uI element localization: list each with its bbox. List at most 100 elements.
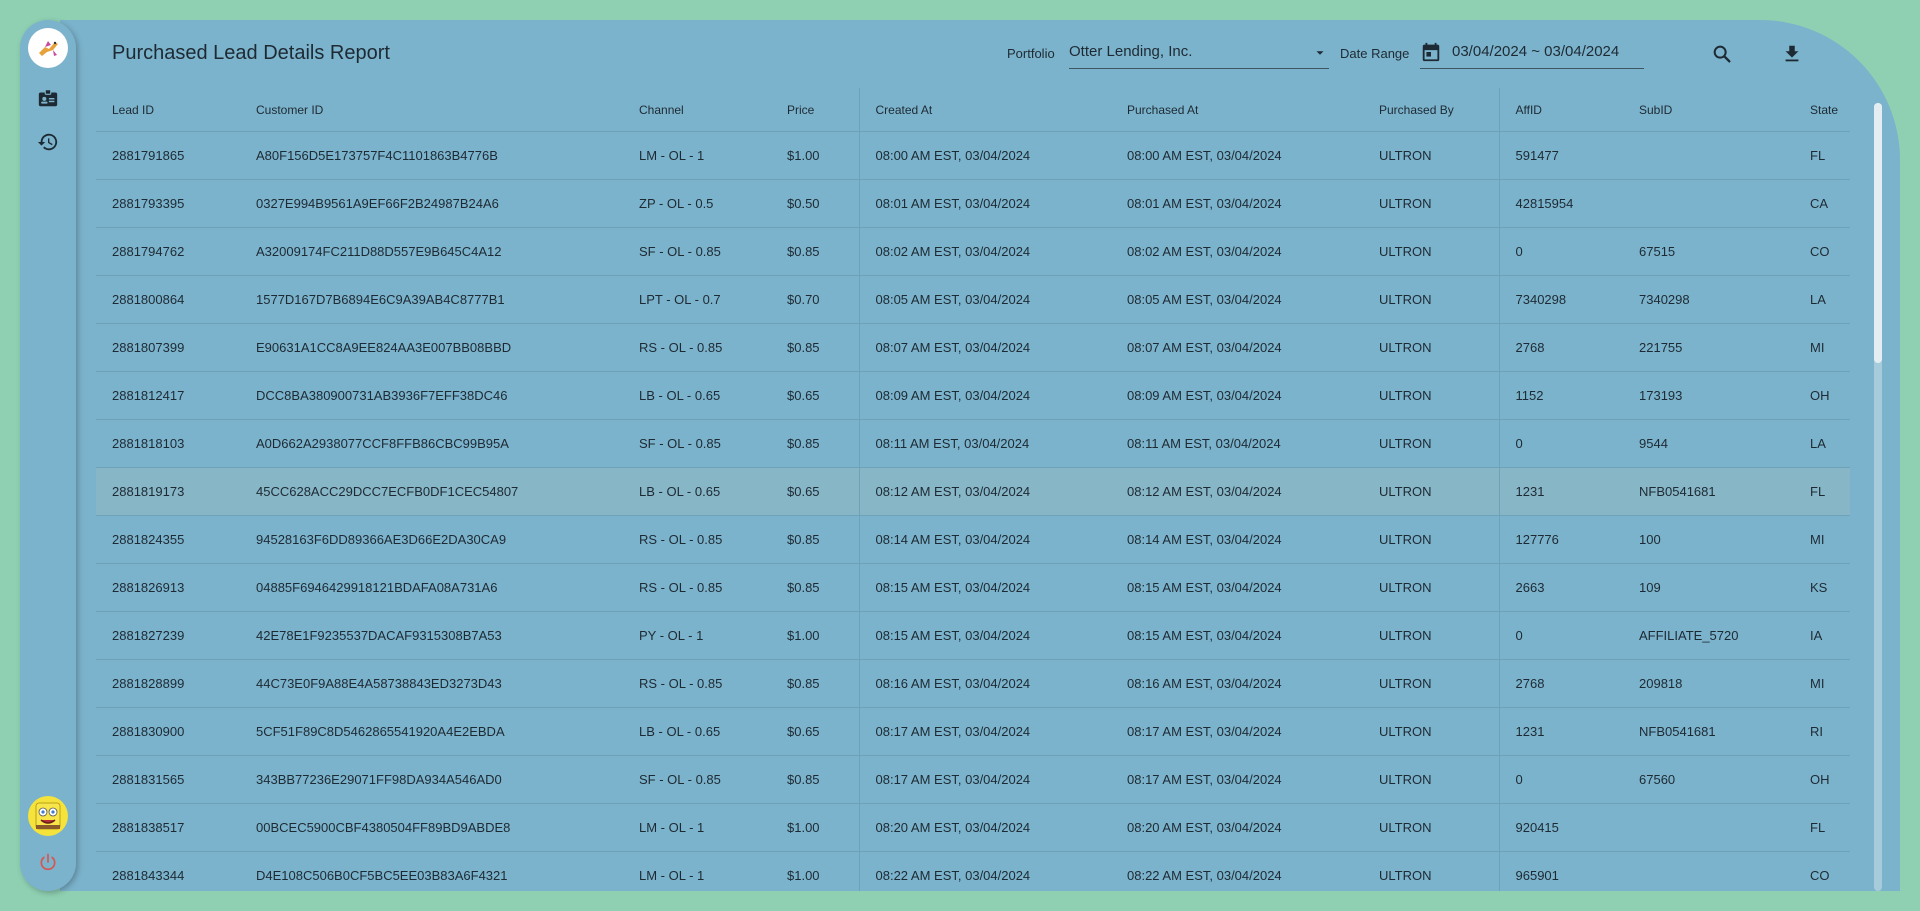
cell-created-at: 08:22 AM EST, 03/04/2024 (858, 851, 1111, 891)
search-button[interactable] (1706, 38, 1738, 70)
column-header-affid[interactable]: AffID (1498, 88, 1623, 132)
sidebar-item-history[interactable] (34, 128, 62, 156)
cell-subid (1623, 131, 1794, 180)
sidebar-item-leads[interactable] (34, 84, 62, 112)
table-row[interactable]: 2881824355 94528163F6DD89366AE3D66E2DA30C… (96, 515, 1850, 564)
calendar-icon (1420, 41, 1442, 67)
cell-subid: 173193 (1623, 371, 1794, 420)
cell-state: CO (1794, 227, 1850, 276)
column-header-price[interactable]: Price (771, 88, 859, 132)
table-row[interactable]: 2881791865 A80F156D5E173757F4C1101863B477… (96, 131, 1850, 180)
portfolio-select[interactable]: Otter Lending, Inc. (1069, 40, 1329, 69)
cell-subid: 100 (1623, 515, 1794, 564)
column-header-created-at[interactable]: Created At (858, 88, 1111, 132)
table-scrollbar[interactable] (1874, 103, 1882, 891)
cell-price: $0.70 (771, 275, 859, 324)
cell-price: $0.50 (771, 179, 859, 228)
cell-created-at: 08:02 AM EST, 03/04/2024 (858, 227, 1111, 276)
cell-channel: LB - OL - 0.65 (623, 467, 771, 516)
cell-affid: 7340298 (1498, 275, 1623, 324)
download-icon (1785, 45, 1799, 62)
cell-subid: NFB0541681 (1623, 467, 1794, 516)
cell-purchased-at: 08:07 AM EST, 03/04/2024 (1111, 323, 1363, 372)
cell-purchased-by: ULTRON (1363, 179, 1499, 228)
cell-purchased-by: ULTRON (1363, 371, 1499, 420)
table-row[interactable]: 2881793395 0327E994B9561A9EF66F2B24987B24… (96, 179, 1850, 228)
table-row[interactable]: 2881827239 42E78E1F9235537DACAF9315308B7A… (96, 611, 1850, 660)
table-row[interactable]: 2881838517 00BCEC5900CBF4380504FF89BD9ABD… (96, 803, 1850, 852)
cell-customer-id: A0D662A2938077CCF8FFB86CBC99B95A (240, 419, 623, 468)
cell-affid: 2768 (1498, 659, 1623, 708)
table-row[interactable]: 2881843344 D4E108C506B0CF5BC5EE03B83A6F43… (96, 851, 1850, 891)
column-header-lead-id[interactable]: Lead ID (96, 88, 240, 132)
cell-created-at: 08:20 AM EST, 03/04/2024 (858, 803, 1111, 852)
app-logo[interactable] (28, 28, 68, 68)
cell-lead-id: 2881793395 (96, 179, 240, 228)
cell-channel: LPT - OL - 0.7 (623, 275, 771, 324)
column-header-purchased-at[interactable]: Purchased At (1111, 88, 1363, 132)
cell-lead-id: 2881824355 (96, 515, 240, 564)
logout-button[interactable] (34, 848, 62, 876)
cell-created-at: 08:07 AM EST, 03/04/2024 (858, 323, 1111, 372)
scrollbar-thumb[interactable] (1874, 103, 1882, 363)
column-header-state[interactable]: State (1794, 88, 1850, 132)
table-row[interactable]: 2881828899 44C73E0F9A88E4A58738843ED3273D… (96, 659, 1850, 708)
cell-created-at: 08:17 AM EST, 03/04/2024 (858, 707, 1111, 756)
cell-purchased-at: 08:17 AM EST, 03/04/2024 (1111, 755, 1363, 804)
cell-purchased-by: ULTRON (1363, 227, 1499, 276)
cell-channel: SF - OL - 0.85 (623, 419, 771, 468)
column-header-customer-id[interactable]: Customer ID (240, 88, 623, 132)
date-range-input[interactable]: 03/04/2024 ~ 03/04/2024 (1420, 40, 1644, 69)
cell-created-at: 08:16 AM EST, 03/04/2024 (858, 659, 1111, 708)
cell-purchased-at: 08:09 AM EST, 03/04/2024 (1111, 371, 1363, 420)
cell-subid: 7340298 (1623, 275, 1794, 324)
cell-channel: SF - OL - 0.85 (623, 755, 771, 804)
date-range-label: Date Range (1340, 46, 1410, 61)
table-row[interactable]: 2881807399 E90631A1CC8A9EE824AA3E007BB08B… (96, 323, 1850, 372)
cell-customer-id: 0327E994B9561A9EF66F2B24987B24A6 (240, 179, 623, 228)
cell-subid: 109 (1623, 563, 1794, 612)
cell-affid: 1152 (1498, 371, 1623, 420)
cell-state: RI (1794, 707, 1850, 756)
cell-channel: RS - OL - 0.85 (623, 515, 771, 564)
cell-created-at: 08:17 AM EST, 03/04/2024 (858, 755, 1111, 804)
cell-channel: RS - OL - 0.85 (623, 323, 771, 372)
cell-affid: 920415 (1498, 803, 1623, 852)
cell-price: $0.65 (771, 371, 859, 420)
cell-affid: 965901 (1498, 851, 1623, 891)
cell-state: CO (1794, 851, 1850, 891)
table-row[interactable]: 2881794762 A32009174FC211D88D557E9B645C4A… (96, 227, 1850, 276)
cell-lead-id: 2881828899 (96, 659, 240, 708)
table-row[interactable]: 2881800864 1577D167D7B6894E6C9A39AB4C8777… (96, 275, 1850, 324)
cell-price: $0.85 (771, 419, 859, 468)
cell-customer-id: 94528163F6DD89366AE3D66E2DA30CA9 (240, 515, 623, 564)
user-avatar[interactable] (28, 796, 68, 836)
cell-affid: 0 (1498, 227, 1623, 276)
table-row[interactable]: 2881826913 04885F6946429918121BDAFA08A731… (96, 563, 1850, 612)
page-title: Purchased Lead Details Report (112, 42, 390, 64)
download-button[interactable] (1776, 38, 1808, 70)
cell-customer-id: 1577D167D7B6894E6C9A39AB4C8777B1 (240, 275, 623, 324)
column-header-subid[interactable]: SubID (1623, 88, 1794, 132)
table-row[interactable]: 2881812417 DCC8BA380900731AB3936F7EFF38DC… (96, 371, 1850, 420)
cell-subid: 209818 (1623, 659, 1794, 708)
cell-price: $1.00 (771, 611, 859, 660)
cell-state: LA (1794, 419, 1850, 468)
app-window: Purchased Lead Details Report Portfolio … (20, 20, 1900, 891)
cell-price: $1.00 (771, 131, 859, 180)
table-row[interactable]: 2881818103 A0D662A2938077CCF8FFB86CBC99B9… (96, 419, 1850, 468)
cell-purchased-at: 08:11 AM EST, 03/04/2024 (1111, 419, 1363, 468)
history-icon (37, 133, 58, 151)
table-row[interactable]: 2881830900 5CF51F89C8D5462865541920A4E2EB… (96, 707, 1850, 756)
cell-state: MI (1794, 323, 1850, 372)
table-row[interactable]: 2881819173 45CC628ACC29DCC7ECFB0DF1CEC548… (96, 467, 1850, 516)
cell-purchased-by: ULTRON (1363, 563, 1499, 612)
cell-subid: 9544 (1623, 419, 1794, 468)
cell-price: $1.00 (771, 803, 859, 852)
cell-purchased-by: ULTRON (1363, 131, 1499, 180)
column-header-purchased-by[interactable]: Purchased By (1363, 88, 1499, 132)
table-row[interactable]: 2881831565 343BB77236E29071FF98DA934A546A… (96, 755, 1850, 804)
cell-lead-id: 2881819173 (96, 467, 240, 516)
cell-created-at: 08:11 AM EST, 03/04/2024 (858, 419, 1111, 468)
column-header-channel[interactable]: Channel (623, 88, 771, 132)
